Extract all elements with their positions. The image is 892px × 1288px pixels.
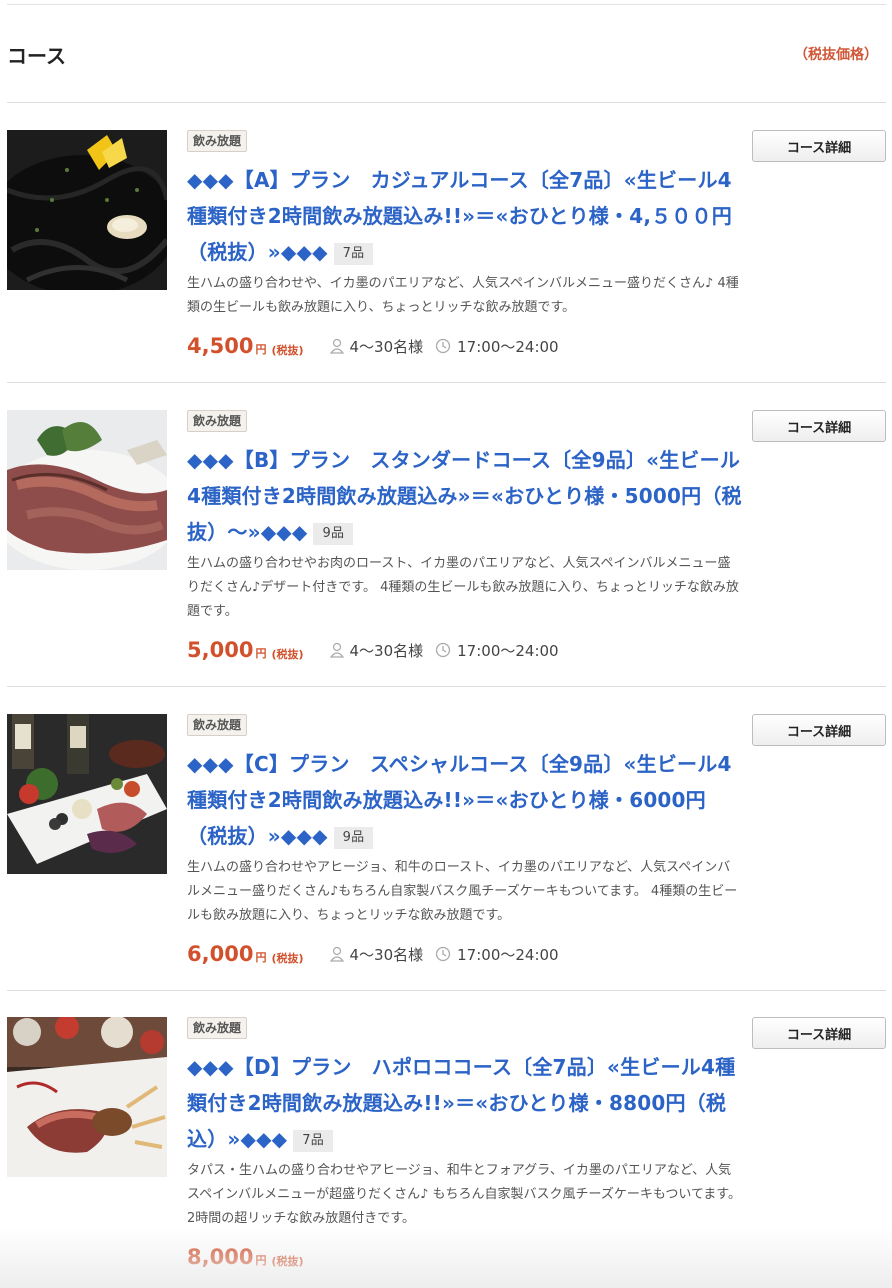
person-icon [329,946,344,962]
price-tax-note: (税抜) [271,344,304,357]
course-title-text[interactable]: ◆◆◆【D】プラン ハポロココース〔全7品〕«生ビール4種類付き2時間飲み放題込… [187,1055,735,1151]
course-hours: 17:00〜24:00 [457,641,559,660]
course-detail-button[interactable]: コース詳細 [752,1017,886,1049]
price-tax-note: (税抜) [271,1255,304,1268]
course-title[interactable]: ◆◆◆【D】プラン ハポロココース〔全7品〕«生ビール4種類付き2時間飲み放題込… [187,1049,742,1157]
item-count-badge: 9品 [333,827,374,849]
clock-icon [435,642,451,658]
course-hours: 17:00〜24:00 [457,337,559,356]
price-tax-note: (税抜) [271,648,304,661]
nomihoudai-badge: 飲み放題 [187,714,248,736]
course-description: タパス・生ハムの盛り合わせやアヒージョ、和牛とフォアグラ、イカ墨のパエリアなど、… [187,1163,742,1226]
course-detail-button[interactable]: コース詳細 [752,714,886,746]
course-title-text[interactable]: ◆◆◆【B】プラン スタンダードコース〔全9品〕«生ビール4種類付き2時間飲み放… [187,448,742,544]
course-card: 飲み放題 ◆◆◆【A】プラン カジュアルコース〔全7品〕«生ビール4種類付き2時… [7,130,886,383]
course-price: 8,000 [187,1245,254,1269]
course-divider [7,686,886,687]
course-photo[interactable] [7,714,167,874]
price-yen-unit: 円 [255,1254,267,1267]
course-meta: 5,000 円 (税抜) 4〜30名様 17:00〜24:00 [187,636,742,664]
course-description: 生ハムの盛り合わせやお肉のロースト、イカ墨のパエリアなど、人気スペインバルメニュ… [187,556,739,619]
course-price: 5,000 [187,638,254,662]
clock-icon [435,338,451,354]
top-divider [7,4,886,5]
course-title[interactable]: ◆◆◆【C】プラン スペシャルコース〔全9品〕«生ビール4種類付き2時間飲み放題… [187,746,742,854]
clock-icon [435,946,451,962]
course-description: 生ハムの盛り合わせやアヒージョ、和牛のロースト、イカ墨のパエリアなど、人気スペイ… [187,860,738,923]
person-icon [329,642,344,658]
course-detail-button[interactable]: コース詳細 [752,130,886,162]
course-price: 4,500 [187,334,254,358]
course-price: 6,000 [187,942,254,966]
item-count-badge: 9品 [313,523,354,545]
nomihoudai-badge: 飲み放題 [187,130,248,152]
course-photo[interactable] [7,410,167,570]
section-title: コース [7,44,66,68]
course-divider [7,990,886,991]
price-yen-unit: 円 [255,951,267,964]
price-yen-unit: 円 [255,647,267,660]
course-meta: 8,000 円 (税抜) [187,1243,742,1271]
course-title[interactable]: ◆◆◆【B】プラン スタンダードコース〔全9品〕«生ビール4種類付き2時間飲み放… [187,442,742,550]
course-meta: 4,500 円 (税抜) 4〜30名様 17:00〜24:00 [187,332,742,360]
tax-note: （税抜価格） [794,47,878,63]
course-description: 生ハムの盛り合わせや、イカ墨のパエリアなど、人気スペインバルメニュー盛りだくさん… [187,276,739,315]
course-capacity: 4〜30名様 [349,641,424,660]
nomihoudai-badge: 飲み放題 [187,410,248,432]
item-count-badge: 7品 [333,243,374,265]
person-icon [329,338,344,354]
header-divider [7,102,886,103]
price-yen-unit: 円 [255,343,267,356]
course-hours: 17:00〜24:00 [457,945,559,964]
price-tax-note: (税抜) [271,952,304,965]
course-card: 飲み放題 ◆◆◆【D】プラン ハポロココース〔全7品〕«生ビール4種類付き2時間… [7,1017,886,1288]
course-divider [7,382,886,383]
course-capacity: 4〜30名様 [349,337,424,356]
course-title-text[interactable]: ◆◆◆【C】プラン スペシャルコース〔全9品〕«生ビール4種類付き2時間飲み放題… [187,752,732,848]
course-title-text[interactable]: ◆◆◆【A】プラン カジュアルコース〔全7品〕«生ビール4種類付き2時間飲み放題… [187,168,732,264]
section-header: コース （税抜価格） [7,40,886,70]
course-meta: 6,000 円 (税抜) 4〜30名様 17:00〜24:00 [187,940,742,968]
course-card: 飲み放題 ◆◆◆【C】プラン スペシャルコース〔全9品〕«生ビール4種類付き2時… [7,714,886,991]
course-title[interactable]: ◆◆◆【A】プラン カジュアルコース〔全7品〕«生ビール4種類付き2時間飲み放題… [187,162,742,270]
nomihoudai-badge: 飲み放題 [187,1017,248,1039]
course-photo[interactable] [7,130,167,290]
course-photo[interactable] [7,1017,167,1177]
course-detail-button[interactable]: コース詳細 [752,410,886,442]
item-count-badge: 7品 [293,1130,333,1152]
course-card: 飲み放題 ◆◆◆【B】プラン スタンダードコース〔全9品〕«生ビール4種類付き2… [7,410,886,687]
course-capacity: 4〜30名様 [349,945,424,964]
